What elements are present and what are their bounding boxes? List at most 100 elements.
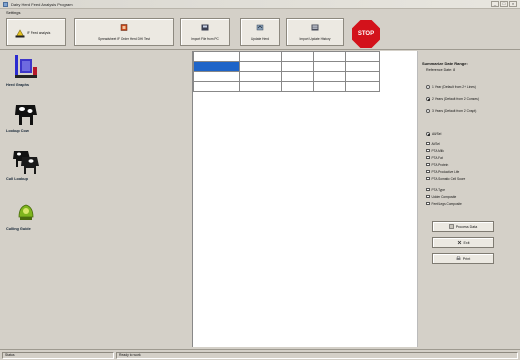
field-option-label: PTA Somatic Cell Score (431, 176, 466, 181)
field-option-label: PTA Fat (431, 155, 443, 160)
grid-cell[interactable] (281, 81, 314, 92)
field-option-checkbox[interactable]: PTA Type (426, 187, 445, 192)
process-data-label: Process Data (455, 224, 478, 229)
field-option-checkbox[interactable]: PTA Milk (426, 148, 444, 153)
field-option-checkbox[interactable]: Feet/Legs Composite (426, 201, 462, 206)
sidebar-item-cull-lookup[interactable]: Cull Lookup (6, 145, 50, 189)
import-history-button[interactable]: Import Update History (286, 18, 344, 46)
maximize-button[interactable]: □ (500, 1, 508, 7)
field-option-checkbox[interactable]: PTA Fat (426, 155, 443, 160)
data-grid-area (192, 51, 418, 347)
sidebar-item-culling-guide[interactable]: Culling Guide (6, 195, 50, 239)
feed-analysis-button[interactable]: IF Feed analysis (6, 18, 66, 46)
checkbox-icon (426, 169, 430, 174)
import-icon (201, 24, 209, 31)
field-option-label: PTA Milk (431, 148, 444, 153)
status-pane: Status (2, 352, 114, 359)
checkbox-icon (426, 194, 430, 199)
window-controls: _ □ × (491, 1, 517, 7)
spreadsheet-icon (120, 24, 128, 31)
grid-cell-selected[interactable] (193, 61, 240, 72)
grid-cell[interactable] (193, 81, 240, 92)
sidebar-item-label: Culling Guide (6, 227, 31, 231)
update-herd-button[interactable]: Update Herd (240, 18, 280, 46)
update-herd-label: Update Herd (250, 37, 270, 41)
grid-cell[interactable] (345, 81, 380, 92)
minimize-button[interactable]: _ (491, 1, 499, 7)
grid-cell[interactable] (313, 51, 346, 62)
window-title: Dairy Herd Feed Analysis Program (11, 2, 73, 7)
reference-date-label: Reference Date: 8 (426, 68, 456, 72)
field-option-checkbox[interactable]: PTA Protein (426, 162, 448, 167)
field-option-checkbox[interactable]: Udder Composite (426, 194, 456, 199)
field-option-checkbox[interactable]: PTA Somatic Cell Score (426, 176, 465, 181)
print-label: Print (462, 256, 471, 261)
checkbox-icon (426, 155, 430, 160)
grid-cell[interactable] (345, 71, 380, 82)
range-option-3yr[interactable]: 3 Years (Default from 2 Cnspt) (426, 108, 476, 114)
grid-cell[interactable] (281, 71, 314, 82)
print-button[interactable]: Print (432, 253, 494, 264)
culling-guide-icon (18, 204, 34, 220)
grid-cell[interactable] (239, 51, 282, 62)
stop-button[interactable]: STOP (352, 20, 380, 48)
grid-cell[interactable] (345, 51, 380, 62)
process-data-button[interactable]: Process Data (432, 221, 494, 232)
range-option-label: 1 Year (Default from 2+ Lines) (432, 85, 476, 89)
grid-cell[interactable] (239, 71, 282, 82)
import-history-label: Import Update History (299, 37, 331, 41)
radio-selected-icon (426, 132, 430, 136)
grid-cell[interactable] (281, 61, 314, 72)
grid-cell[interactable] (239, 81, 282, 92)
radio-selected-icon (426, 97, 430, 101)
field-option-label: PTA Productive Life (431, 169, 460, 174)
sidebar-item-label: Lookup Cow (6, 129, 29, 133)
checkbox-icon (426, 201, 430, 206)
field-option-checkbox[interactable]: PTA Productive Life (426, 169, 459, 174)
exit-button[interactable]: Exit (432, 237, 494, 248)
checkbox-icon (426, 187, 430, 192)
grid-cell[interactable] (345, 61, 380, 72)
grid-cell[interactable] (313, 81, 346, 92)
spreadsheet-button[interactable]: Spreadsheet IF Order Herd DHI Test (74, 18, 174, 46)
feed-icon (15, 29, 25, 38)
sidebar-item-herd-graphs[interactable]: Herd Graphs (6, 51, 50, 95)
field-option-label: Feet/Legs Composite (431, 201, 462, 206)
field-option-checkbox[interactable]: Al/Sel (426, 141, 440, 146)
sidebar: Herd Graphs Lookup Cow Cull Lookup Culli… (6, 51, 50, 341)
toolbar: IF Feed analysis Spreadsheet IF Order He… (0, 15, 520, 50)
grid-cell[interactable] (239, 61, 282, 72)
close-button[interactable]: × (509, 1, 517, 7)
stop-label: STOP (357, 31, 375, 37)
cow-icon (15, 105, 37, 125)
checkbox-icon (426, 141, 430, 146)
sidebar-item-label: Cull Lookup (6, 177, 28, 181)
grid-cell[interactable] (313, 61, 346, 72)
range-option-label: 2 Years (Default from 2 Conses) (432, 97, 479, 101)
table-row (193, 51, 380, 62)
field-option-label: PTA Protein (431, 162, 449, 167)
spreadsheet-label: Spreadsheet IF Order Herd DHI Test (98, 37, 150, 41)
sidebar-item-label: Herd Graphs (6, 83, 29, 87)
data-grid[interactable] (193, 51, 380, 92)
table-row (193, 71, 380, 82)
grid-cell[interactable] (193, 71, 240, 82)
grid-cell[interactable] (281, 51, 314, 62)
grid-cell[interactable] (193, 51, 240, 62)
import-file-button[interactable]: Import File from PC (180, 18, 230, 46)
sidebar-item-lookup-cow[interactable]: Lookup Cow (6, 97, 50, 141)
field-option-label: PTA Type (431, 187, 446, 192)
status-message-pane: Ready to work (116, 352, 518, 359)
feed-analysis-label: IF Feed analysis (27, 31, 51, 35)
range-option-1yr[interactable]: 1 Year (Default from 2+ Lines) (426, 84, 476, 90)
field-option-label: Al/Sel (431, 141, 440, 146)
range-option-2yr[interactable]: 2 Years (Default from 2 Conses) (426, 96, 479, 102)
field-option-label: All/Sel (432, 132, 442, 136)
table-row (193, 61, 380, 72)
cull-cows-icon (13, 151, 39, 174)
radio-icon (426, 85, 430, 89)
grid-cell[interactable] (313, 71, 346, 82)
checkbox-icon (426, 148, 430, 153)
field-option-all[interactable]: All/Sel (426, 131, 441, 137)
app-icon (3, 2, 8, 7)
